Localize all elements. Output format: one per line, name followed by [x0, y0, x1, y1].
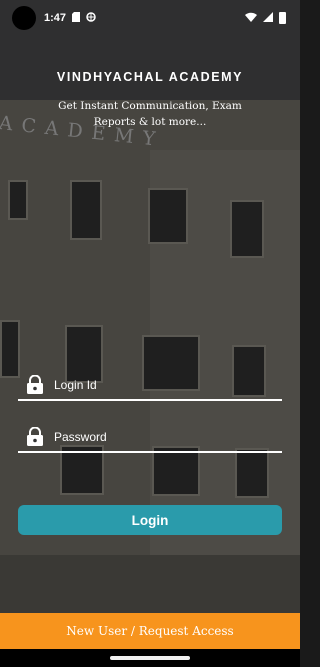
- password-field[interactable]: [18, 423, 282, 453]
- lock-icon: [26, 426, 44, 447]
- request-access-button[interactable]: New User / Request Access: [0, 613, 300, 649]
- app-title: VINDHYACHAL ACADEMY: [56, 70, 244, 84]
- login-button[interactable]: Login: [18, 505, 282, 535]
- system-nav-bar: [0, 649, 300, 667]
- login-id-field[interactable]: [18, 371, 282, 401]
- gesture-handle[interactable]: [110, 656, 190, 660]
- login-id-input[interactable]: [54, 378, 254, 392]
- password-input[interactable]: [54, 430, 254, 444]
- wifi-icon: [245, 12, 257, 25]
- status-bar: 1:47: [0, 0, 300, 36]
- app-tagline: Get Instant Communication, Exam Reports …: [58, 100, 242, 128]
- battery-icon: [279, 12, 286, 24]
- sd-card-icon: [72, 11, 81, 25]
- vpn-icon: [86, 11, 96, 25]
- signal-icon: [263, 11, 273, 25]
- lock-icon: [26, 374, 44, 395]
- status-time: 1:47: [44, 12, 67, 24]
- camera-cutout: [12, 6, 36, 30]
